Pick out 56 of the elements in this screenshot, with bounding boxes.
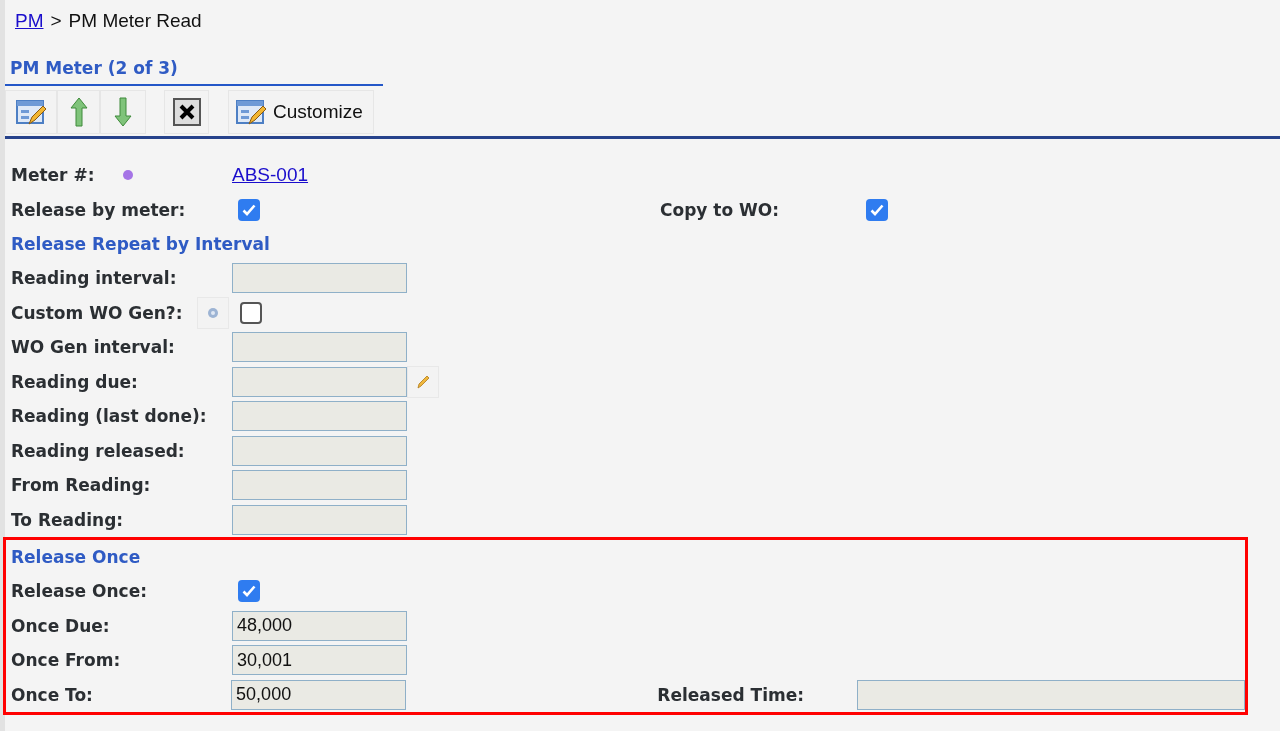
field-label: Release by meter: <box>11 199 186 220</box>
input-field[interactable]: 50,000 <box>231 679 407 710</box>
edit-button[interactable] <box>407 365 439 398</box>
checkbox[interactable] <box>238 580 260 603</box>
input-field[interactable] <box>232 401 407 432</box>
close-button[interactable] <box>164 90 209 134</box>
input-field[interactable] <box>232 332 407 363</box>
meter-link[interactable]: ABS-001 <box>232 164 309 187</box>
breadcrumb-separator: > <box>50 10 62 32</box>
check-icon <box>242 585 256 598</box>
breadcrumb-link[interactable]: PM <box>15 10 44 32</box>
status-dot-icon <box>122 169 135 182</box>
checkbox[interactable] <box>240 301 262 324</box>
panel-title: PM Meter (2 of 3) <box>10 58 178 78</box>
check-icon <box>242 203 256 216</box>
field-label: Release Once: <box>11 581 147 602</box>
customize-button[interactable]: Customize <box>228 90 374 134</box>
input-field[interactable]: 30,001 <box>232 645 407 676</box>
input-field[interactable] <box>232 470 407 501</box>
close-icon <box>172 98 201 126</box>
move-down-button[interactable] <box>100 90 146 134</box>
section-heading: Release Repeat by Interval <box>11 234 270 254</box>
pencil-icon <box>416 373 430 390</box>
checkbox[interactable] <box>866 198 888 221</box>
input-field[interactable] <box>232 504 407 535</box>
field-label: Once Due: <box>11 615 110 636</box>
field-label: Copy to WO: <box>660 199 780 220</box>
field-label: From Reading: <box>11 475 151 496</box>
input-field[interactable] <box>232 435 407 466</box>
move-up-button[interactable] <box>57 90 100 134</box>
form-pencil-icon <box>15 97 47 127</box>
form-pencil-icon <box>235 97 267 127</box>
input-field[interactable]: 48,000 <box>232 610 407 641</box>
check-icon <box>870 203 884 216</box>
field-label: Released Time: <box>657 684 804 705</box>
breadcrumb-current: PM Meter Read <box>68 10 202 32</box>
section-heading: Release Once <box>11 547 141 567</box>
field-label: Once To: <box>11 684 93 705</box>
edit-button[interactable] <box>5 90 57 134</box>
checkbox[interactable] <box>238 198 260 221</box>
field-label: Reading released: <box>11 440 185 461</box>
field-label: Reading due: <box>11 371 138 392</box>
field-label: To Reading: <box>11 509 124 530</box>
field-label: Meter #: <box>11 165 95 186</box>
input-field[interactable] <box>232 366 407 397</box>
help-button[interactable] <box>197 296 229 329</box>
input-field[interactable] <box>232 263 407 294</box>
field-label: Custom WO Gen?: <box>11 302 183 323</box>
field-label: Reading (last done): <box>11 406 207 427</box>
field-label: Once From: <box>11 650 121 671</box>
arrow-up-icon <box>69 97 88 127</box>
field-label: WO Gen interval: <box>11 337 175 358</box>
input-field[interactable] <box>856 679 1245 710</box>
arrow-down-icon <box>114 97 132 127</box>
dot-icon <box>207 306 219 319</box>
field-label: Reading interval: <box>11 268 177 289</box>
